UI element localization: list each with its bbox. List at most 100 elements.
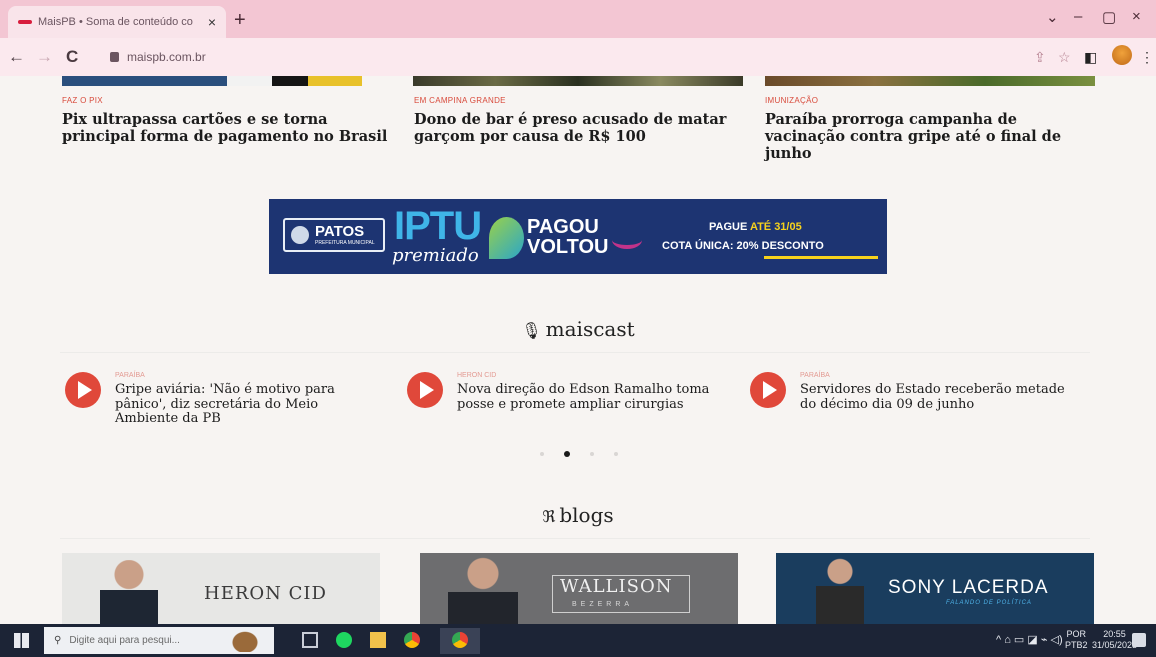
- carousel-dot-active[interactable]: [564, 451, 570, 457]
- spotify-icon[interactable]: [336, 632, 352, 648]
- blogger-photo: [816, 556, 864, 624]
- close-window-button[interactable]: ×: [1132, 8, 1141, 25]
- news-category: FAZ O PIX: [62, 96, 103, 105]
- voltou-label: VOLTOU: [527, 236, 609, 258]
- pague-date: ATÉ 31/05: [749, 221, 802, 233]
- forward-button[interactable]: →: [36, 47, 53, 67]
- podcast-category: PARAÍBA: [115, 372, 145, 379]
- blogs-heading: ℜblogs: [0, 503, 1156, 527]
- chrome-icon[interactable]: [404, 632, 420, 648]
- news-category: EM CAMPINA GRANDE: [414, 96, 506, 105]
- news-headline[interactable]: Paraíba prorroga campanha de vacinação c…: [765, 111, 1095, 162]
- iptu-ad-banner[interactable]: PATOS PREFEITURA MUNICIPAL IPTU premiado…: [269, 199, 887, 274]
- search-highlight-icon: [228, 628, 262, 652]
- news-image-2[interactable]: [413, 76, 743, 86]
- news-card[interactable]: EM CAMPINA GRANDE Dono de bar é preso ac…: [414, 96, 744, 145]
- back-button[interactable]: ←: [8, 47, 25, 67]
- browser-menu-icon[interactable]: ⋮: [1140, 49, 1154, 66]
- carousel-dot[interactable]: [614, 452, 618, 456]
- tab-search-icon[interactable]: ⌄: [1046, 8, 1059, 26]
- pague-label: PAGUE: [709, 221, 750, 233]
- page-content: FAZ O PIX Pix ultrapassa cartões e se to…: [0, 76, 1156, 624]
- divider: [60, 352, 1090, 353]
- task-view-icon[interactable]: [302, 632, 318, 648]
- reload-button[interactable]: C: [66, 47, 78, 67]
- blog-name: HERON CID: [204, 583, 327, 604]
- cota-label: COTA ÚNICA:: [662, 240, 737, 252]
- file-explorer-icon[interactable]: [370, 632, 386, 648]
- language-indicator[interactable]: POR PTB2: [1065, 629, 1088, 651]
- browser-tab-strip: MaisPB • Soma de conteúdo co × + ⌄ – ▢ ×: [0, 0, 1156, 38]
- microphone-icon: 🎙: [521, 321, 542, 340]
- cota-text: COTA ÚNICA: 20% DESCONTO: [662, 240, 824, 252]
- profile-avatar[interactable]: [1112, 45, 1132, 65]
- discount-underline: [764, 256, 878, 259]
- blogger-photo: [100, 560, 158, 624]
- blog-card-wallison-bezerra[interactable]: WALLISON BEZERRA: [420, 553, 738, 624]
- news-headline[interactable]: Pix ultrapassa cartões e se torna princi…: [62, 111, 392, 145]
- lang-layout: PTB2: [1065, 640, 1088, 650]
- news-card[interactable]: FAZ O PIX Pix ultrapassa cartões e se to…: [62, 96, 392, 145]
- play-icon[interactable]: [407, 372, 443, 408]
- notifications-icon[interactable]: [1132, 633, 1146, 647]
- blogger-photo: [448, 556, 518, 624]
- maiscast-title: maiscast: [545, 317, 635, 341]
- tab-close-icon[interactable]: ×: [208, 14, 216, 30]
- pague-text: PAGUE ATÉ 31/05: [709, 221, 802, 233]
- blog-name: SONY LACERDA: [888, 577, 1049, 598]
- bookmark-star-icon[interactable]: ☆: [1058, 49, 1071, 66]
- clock-date: 31/05/2023: [1092, 640, 1138, 650]
- tray-icons[interactable]: ^ ⌂ ▭ ◪ ⌁ ◁): [996, 635, 1063, 646]
- iptu-label: IPTU: [394, 204, 482, 248]
- premiado-label: premiado: [392, 245, 479, 266]
- minimize-button[interactable]: –: [1074, 8, 1082, 25]
- swoosh-mark-icon: [612, 231, 642, 249]
- podcast-title[interactable]: Nova direção do Edson Ramalho toma posse…: [457, 382, 727, 412]
- browser-tab[interactable]: MaisPB • Soma de conteúdo co ×: [8, 6, 226, 38]
- windows-start-icon[interactable]: [14, 633, 29, 648]
- blog-card-sony-lacerda[interactable]: SONY LACERDA FALANDO DE POLÍTICA: [776, 553, 1094, 624]
- lock-icon: [110, 52, 119, 62]
- news-headline[interactable]: Dono de bar é preso acusado de matar gar…: [414, 111, 744, 145]
- new-tab-button[interactable]: +: [234, 9, 246, 32]
- maximize-button[interactable]: ▢: [1102, 8, 1116, 26]
- carousel-dot[interactable]: [540, 452, 544, 456]
- address-bar[interactable]: maispb.com.br: [100, 45, 1090, 69]
- pagou-label: PAGOU: [527, 216, 599, 238]
- search-icon: ⚲: [54, 635, 62, 646]
- patos-label: PATOS: [315, 223, 365, 240]
- blog-card-heron-cid[interactable]: HERON CID: [62, 553, 380, 624]
- chrome-active-icon[interactable]: [452, 632, 468, 648]
- swoosh-icon: [489, 217, 524, 259]
- lang-label: POR: [1066, 629, 1087, 639]
- play-icon[interactable]: [65, 372, 101, 408]
- city-crest-icon: [291, 226, 309, 244]
- news-image-3[interactable]: [765, 76, 1095, 86]
- podcast-title[interactable]: Gripe aviária: 'Não é motivo para pânico…: [115, 382, 385, 427]
- cota-discount: 20% DESCONTO: [736, 240, 824, 252]
- patos-small-label: PREFEITURA MUNICIPAL: [315, 240, 375, 246]
- tab-title: MaisPB • Soma de conteúdo co: [38, 16, 193, 28]
- windows-taskbar: ⚲ Digite aqui para pesqui... ^ ⌂ ▭ ◪ ⌁ ◁…: [0, 624, 1156, 657]
- divider: [60, 538, 1090, 539]
- carousel-dots: [540, 449, 620, 459]
- podcast-category: HERON CID: [457, 372, 497, 379]
- address-toolbar: ← → C maispb.com.br ⇪ ☆ ◧ ⋮: [0, 38, 1156, 76]
- play-icon[interactable]: [750, 372, 786, 408]
- rss-icon: ℜ: [542, 507, 556, 526]
- carousel-dot[interactable]: [590, 452, 594, 456]
- site-favicon-icon: [18, 20, 32, 24]
- blog-subtitle: FALANDO DE POLÍTICA: [946, 600, 1032, 606]
- podcast-category: PARAÍBA: [800, 372, 830, 379]
- share-icon[interactable]: ⇪: [1034, 49, 1046, 66]
- clock[interactable]: 20:55 31/05/2023: [1092, 629, 1137, 651]
- news-category: IMUNIZAÇÃO: [765, 96, 819, 105]
- clock-time: 20:55: [1103, 629, 1126, 639]
- url-text: maispb.com.br: [127, 50, 206, 64]
- podcast-title[interactable]: Servidores do Estado receberão metade do…: [800, 382, 1070, 412]
- news-card[interactable]: IMUNIZAÇÃO Paraíba prorroga campanha de …: [765, 96, 1095, 162]
- blogs-title: blogs: [559, 503, 614, 527]
- news-image-1[interactable]: [62, 76, 362, 86]
- blog-name: WALLISON: [560, 576, 673, 597]
- side-panel-icon[interactable]: ◧: [1084, 49, 1097, 66]
